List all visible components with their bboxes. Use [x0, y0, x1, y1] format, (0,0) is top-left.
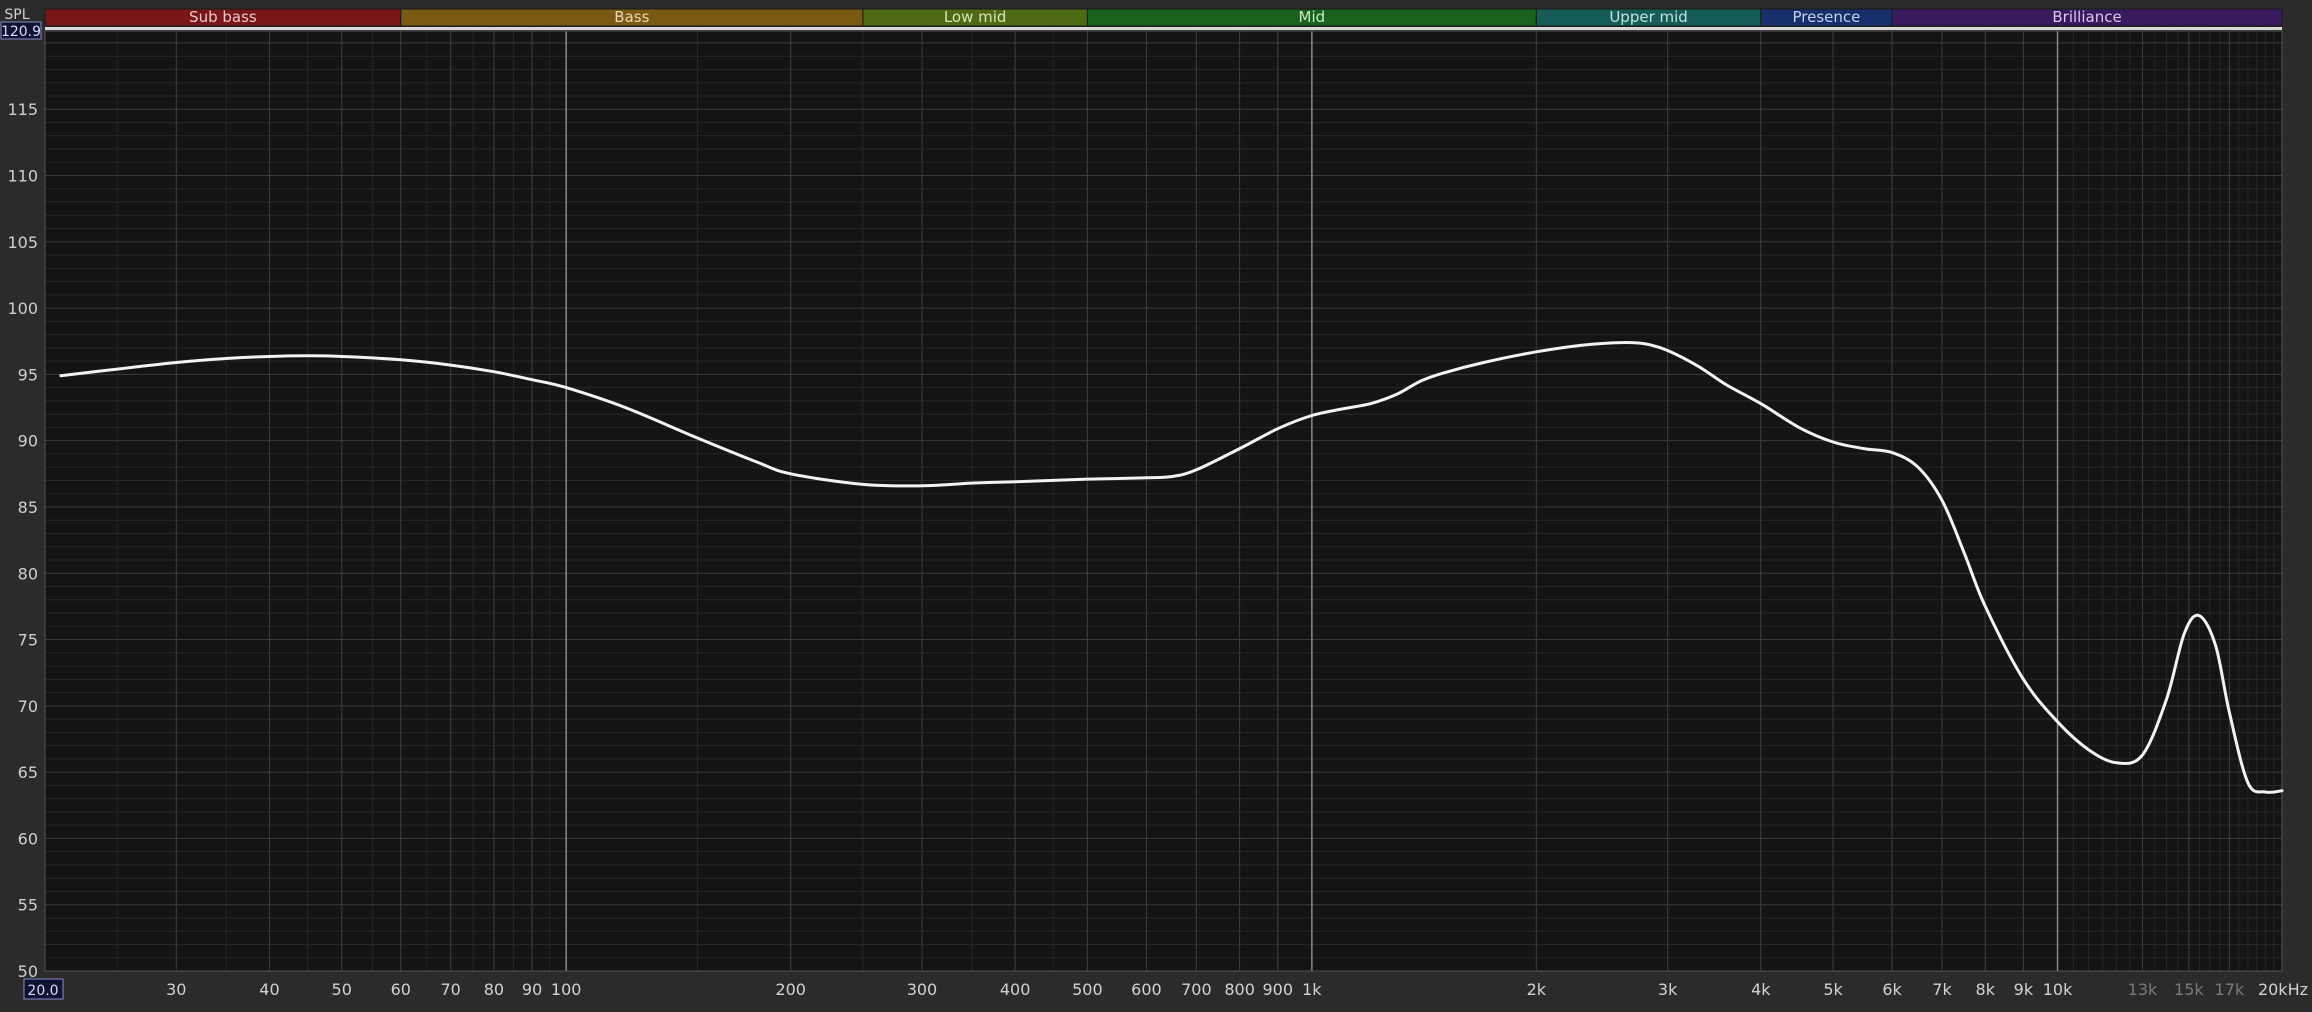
x-tick-label: 1k — [1302, 980, 1322, 999]
x-tick-label: 200 — [775, 980, 806, 999]
x-tick-label: 90 — [522, 980, 542, 999]
x-tick-label: 300 — [907, 980, 938, 999]
y-tick-label: 75 — [18, 631, 38, 650]
x-tick-label: 40 — [259, 980, 279, 999]
x-tick-label: 9k — [2014, 980, 2034, 999]
x-axis-ticks: 30 40 50 60 70 80 90 100 200 300 400 500 600 700 800 90… — [166, 980, 2308, 999]
x-tick-label: 50 — [332, 980, 352, 999]
band-label: Presence — [1793, 8, 1861, 26]
x-tick-label: 3k — [1658, 980, 1678, 999]
x-tick-label: 7k — [1932, 980, 1952, 999]
x-tick-label: 500 — [1072, 980, 1103, 999]
x-tick-label: 900 — [1262, 980, 1293, 999]
x-min-readout: 20.0 — [27, 983, 58, 999]
y-axis-label: SPL — [4, 7, 29, 23]
band-label: Bass — [614, 8, 649, 26]
x-tick-label: 700 — [1181, 980, 1212, 999]
x-tick-label: 80 — [484, 980, 504, 999]
y-tick-label: 95 — [18, 365, 38, 384]
frequency-response-chart: Sub bass Bass Low mid Mid Upper mid Presence B… — [0, 0, 2312, 1008]
x-tick-label: 4k — [1751, 980, 1771, 999]
plot-area — [45, 31, 2282, 971]
x-tick-label: 2k — [1527, 980, 1547, 999]
y-max-readout: 120.9 — [1, 24, 41, 40]
band-label: Sub bass — [189, 8, 257, 26]
band-label: Upper mid — [1609, 8, 1688, 26]
y-tick-label: 55 — [18, 896, 38, 915]
y-tick-label: 105 — [7, 233, 38, 252]
y-tick-label: 50 — [18, 962, 38, 981]
x-tick-label: 800 — [1224, 980, 1255, 999]
y-tick-label: 65 — [18, 763, 38, 782]
y-tick-label: 80 — [18, 564, 38, 583]
x-tick-label: 600 — [1131, 980, 1162, 999]
x-tick-label: 100 — [551, 980, 582, 999]
x-tick-label: 6k — [1882, 980, 1902, 999]
x-tick-label: 10k — [2043, 980, 2073, 999]
x-tick-label: 5k — [1823, 980, 1843, 999]
band-label: Brilliance — [2052, 8, 2121, 26]
y-tick-label: 85 — [18, 498, 38, 517]
y-tick-label: 115 — [7, 100, 38, 119]
y-tick-label: 60 — [18, 829, 38, 848]
y-tick-label: 100 — [7, 299, 38, 318]
x-tick-label: 8k — [1976, 980, 1996, 999]
x-tick-label: 30 — [166, 980, 186, 999]
x-tick-label: 70 — [441, 980, 461, 999]
band-label: Mid — [1299, 8, 1326, 26]
x-tick-label: 60 — [391, 980, 411, 999]
x-tick-label: 17k — [2215, 980, 2245, 999]
x-tick-label: 400 — [1000, 980, 1031, 999]
x-tick-label: 13k — [2128, 980, 2158, 999]
band-divider — [45, 27, 2282, 30]
chart-svg: Sub bass Bass Low mid Mid Upper mid Presence B… — [0, 0, 2312, 1008]
y-tick-label: 90 — [18, 432, 38, 451]
x-tick-label: 20kHz — [2258, 980, 2308, 999]
y-tick-label: 70 — [18, 697, 38, 716]
x-tick-label: 15k — [2174, 980, 2204, 999]
band-label: Low mid — [944, 8, 1007, 26]
y-tick-label: 110 — [7, 167, 38, 186]
